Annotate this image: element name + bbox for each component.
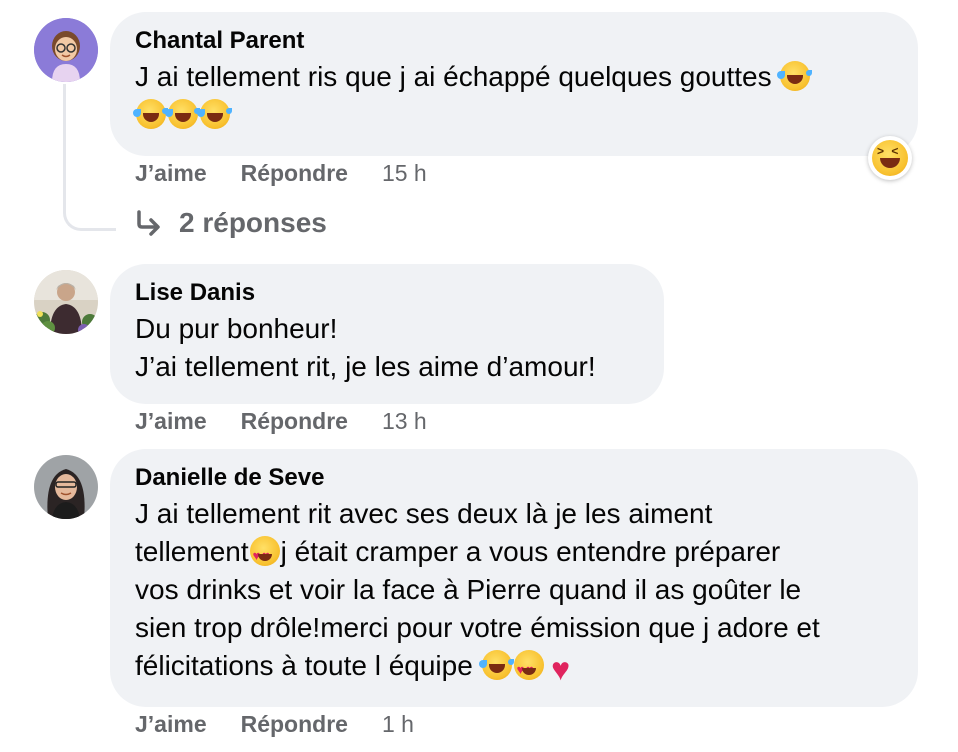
reply-arrow-icon	[137, 210, 160, 236]
comment-author[interactable]: Danielle de Seve	[135, 463, 892, 493]
laughing-emoji-icon	[197, 99, 230, 129]
comment-text: J ai tellement rit avec ses deux là je l…	[135, 495, 892, 689]
comment-timestamp[interactable]: 1 h	[382, 711, 414, 738]
comment-text-line: J ai tellement ris que j ai échappé quel…	[135, 61, 772, 92]
red-heart-emoji-icon: ♥	[551, 651, 571, 687]
like-button[interactable]: J’aime	[135, 711, 207, 738]
comment-actions: J’aime Répondre 15 h	[135, 160, 427, 187]
laughing-emoji-icon	[478, 650, 512, 680]
avatar-photo-icon	[34, 455, 98, 519]
view-replies-link[interactable]: 2 réponses	[135, 207, 327, 239]
like-button[interactable]: J’aime	[135, 160, 207, 187]
comment-actions: J’aime Répondre 13 h	[135, 408, 427, 435]
heart-eyes-emoji-icon	[513, 650, 544, 689]
comment-author[interactable]: Lise Danis	[135, 278, 638, 308]
heart-eyes-emoji-icon	[249, 536, 280, 575]
comment-text: J ai tellement ris que j ai échappé quel…	[133, 58, 892, 134]
thread-connector-line	[63, 84, 116, 231]
avatar[interactable]	[34, 18, 98, 82]
comment-text: Du pur bonheur! J’ai tellement rit, je l…	[135, 313, 596, 382]
reply-button[interactable]: Répondre	[241, 711, 348, 738]
laughing-emoji-icon	[165, 99, 198, 129]
avatar[interactable]	[34, 455, 98, 519]
replies-count-label[interactable]: 2 réponses	[179, 207, 327, 239]
comment-timestamp[interactable]: 13 h	[382, 408, 427, 435]
reply-button[interactable]: Répondre	[241, 160, 348, 187]
laughing-emoji-icon	[133, 99, 166, 129]
like-button[interactable]: J’aime	[135, 408, 207, 435]
avatar-photo-icon	[34, 270, 98, 334]
comment-bubble: Chantal Parent J ai tellement ris que j …	[110, 12, 918, 156]
reply-button[interactable]: Répondre	[241, 408, 348, 435]
comment-bubble: Danielle de Seve J ai tellement rit avec…	[110, 449, 918, 707]
comment-author[interactable]: Chantal Parent	[135, 26, 892, 56]
comment-actions: J’aime Répondre 1 h	[135, 711, 414, 738]
comment-bubble: Lise Danis Du pur bonheur! J’ai tellemen…	[110, 264, 664, 404]
comment-timestamp[interactable]: 15 h	[382, 160, 427, 187]
avatar-memoji-icon	[34, 18, 98, 82]
laughing-emoji-icon	[777, 61, 811, 91]
haha-reaction-icon[interactable]	[868, 136, 912, 180]
avatar[interactable]	[34, 270, 98, 334]
